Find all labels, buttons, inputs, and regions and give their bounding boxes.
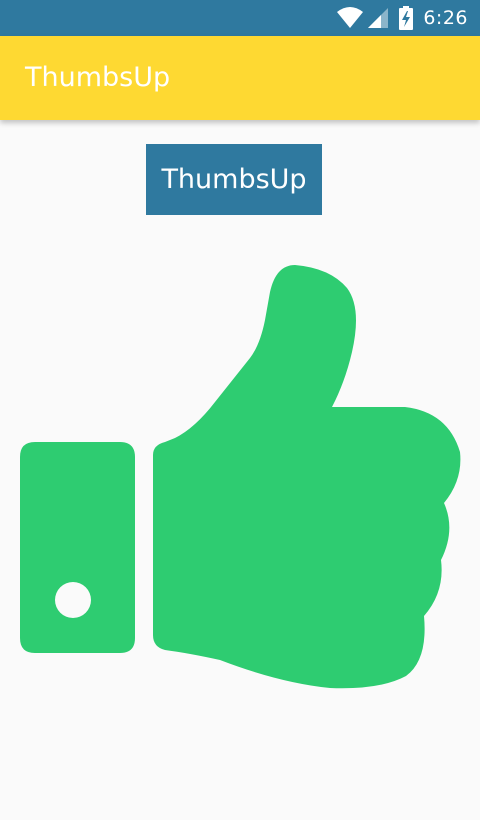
status-icons: 6:26	[337, 0, 468, 36]
app-title: ThumbsUp	[25, 62, 171, 93]
status-time: 6:26	[423, 7, 468, 29]
thumb-cuff	[20, 442, 135, 653]
battery-charging-icon	[399, 6, 414, 30]
status-bar: 6:26	[0, 0, 480, 36]
thumb-hand	[153, 265, 461, 689]
wifi-icon	[337, 7, 364, 29]
app-bar: ThumbsUp	[0, 36, 480, 120]
thumbs-up-button[interactable]: ThumbsUp	[146, 144, 322, 215]
thumbs-up-icon	[20, 265, 461, 689]
signal-icon	[367, 7, 389, 29]
main-content: ThumbsUp	[0, 120, 480, 800]
